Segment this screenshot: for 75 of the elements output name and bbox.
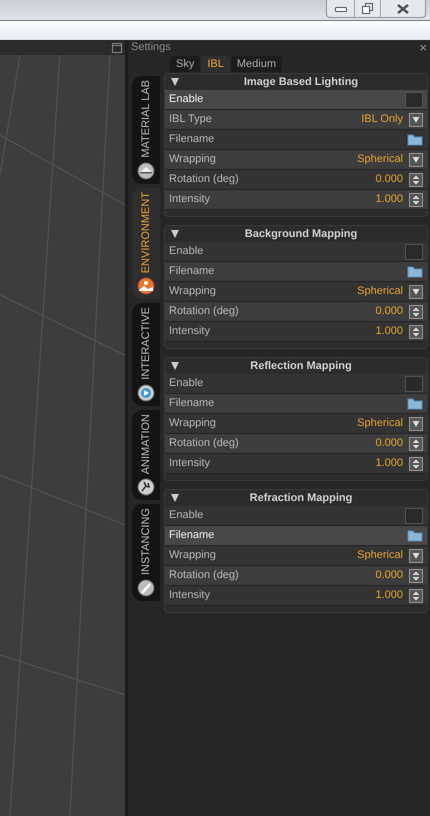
property-label: Intensity bbox=[169, 590, 211, 601]
property-label: Intensity bbox=[169, 458, 211, 469]
spinner-arrows-icon[interactable] bbox=[409, 324, 423, 338]
maximize-icon[interactable] bbox=[112, 43, 122, 53]
close-icon bbox=[397, 4, 409, 14]
section-title: Refraction Mapping bbox=[248, 492, 354, 504]
property-label: Intensity bbox=[169, 326, 211, 337]
property-label: Filename bbox=[169, 398, 216, 409]
property-label: Wrapping bbox=[169, 154, 217, 165]
spinner-arrows-icon[interactable] bbox=[409, 436, 423, 450]
side-tab[interactable]: INSTANCING bbox=[132, 504, 160, 601]
property-value[interactable]: 1.000 bbox=[375, 590, 403, 601]
tab[interactable]: Sky bbox=[170, 56, 200, 72]
side-tab[interactable]: INTERACTIVE bbox=[132, 302, 160, 406]
property-value[interactable]: Spherical bbox=[357, 286, 403, 297]
property-label: Wrapping bbox=[169, 286, 217, 297]
panel-title: Settings bbox=[131, 42, 171, 52]
section-title: Background Mapping bbox=[244, 228, 358, 240]
side-tab[interactable]: ENVIRONMENT bbox=[132, 188, 160, 299]
hemisphere-icon bbox=[137, 162, 155, 180]
tab[interactable]: IBL bbox=[201, 56, 230, 72]
property-label: Rotation (deg) bbox=[169, 438, 240, 449]
property-value[interactable]: Spherical bbox=[357, 550, 403, 561]
restore-icon bbox=[362, 3, 373, 14]
property-value[interactable]: Spherical bbox=[357, 418, 403, 429]
side-tab[interactable]: MATERIAL LAB bbox=[132, 76, 160, 184]
property-label: Enable bbox=[169, 246, 204, 257]
checkbox[interactable] bbox=[405, 244, 423, 260]
section-title: Reflection Mapping bbox=[249, 360, 353, 372]
property-value[interactable]: 1.000 bbox=[375, 458, 403, 469]
checkbox[interactable] bbox=[405, 376, 423, 392]
tab[interactable]: Medium bbox=[230, 56, 282, 72]
folder-icon[interactable] bbox=[407, 265, 423, 278]
collapse-triangle[interactable] bbox=[171, 78, 181, 86]
property-value[interactable]: IBL Only bbox=[361, 114, 403, 125]
property-label: Rotation (deg) bbox=[169, 174, 240, 185]
property-value[interactable]: 1.000 bbox=[375, 194, 403, 205]
spinner-arrows-icon[interactable] bbox=[409, 304, 423, 318]
spinner-arrows-icon[interactable] bbox=[409, 192, 423, 206]
checkbox[interactable] bbox=[405, 508, 423, 524]
property-label: Wrapping bbox=[169, 550, 217, 561]
property-value[interactable]: 0.000 bbox=[375, 306, 403, 317]
property-label: Intensity bbox=[169, 194, 211, 205]
property-label: IBL Type bbox=[169, 114, 213, 125]
collapse-triangle[interactable] bbox=[171, 230, 181, 238]
property-label: Rotation (deg) bbox=[169, 306, 240, 317]
property-label: Filename bbox=[169, 266, 216, 277]
property-label: Filename bbox=[169, 530, 216, 541]
spinner-arrows-icon[interactable] bbox=[409, 172, 423, 186]
property-label: Enable bbox=[169, 510, 204, 521]
folder-icon[interactable] bbox=[407, 529, 423, 542]
spinner-arrows-icon[interactable] bbox=[409, 588, 423, 602]
property-value[interactable]: Spherical bbox=[357, 154, 403, 165]
collapse-triangle[interactable] bbox=[171, 362, 181, 370]
landscape-icon bbox=[137, 276, 155, 295]
close-button[interactable]: × bbox=[419, 40, 427, 54]
property-value[interactable]: 0.000 bbox=[375, 438, 403, 449]
checkbox[interactable] bbox=[405, 92, 423, 108]
property-value[interactable]: 1.000 bbox=[375, 326, 403, 337]
property-label: Enable bbox=[169, 378, 204, 389]
minimize-icon bbox=[334, 6, 346, 12]
play-icon bbox=[137, 384, 155, 402]
property-label: Wrapping bbox=[169, 418, 217, 429]
folder-icon[interactable] bbox=[407, 397, 423, 410]
side-tab[interactable]: ANIMATION bbox=[132, 410, 160, 500]
collapse-triangle[interactable] bbox=[171, 494, 181, 502]
folder-icon[interactable] bbox=[407, 133, 423, 146]
property-value[interactable]: 0.000 bbox=[375, 174, 403, 185]
spinner-arrows-icon[interactable] bbox=[409, 456, 423, 470]
spinner-arrows-icon[interactable] bbox=[409, 568, 423, 582]
property-label: Filename bbox=[169, 134, 216, 145]
property-label: Rotation (deg) bbox=[169, 570, 240, 581]
section-title: Image Based Lighting bbox=[242, 76, 360, 88]
property-label: Enable bbox=[169, 94, 204, 105]
property-value[interactable]: 0.000 bbox=[375, 570, 403, 581]
